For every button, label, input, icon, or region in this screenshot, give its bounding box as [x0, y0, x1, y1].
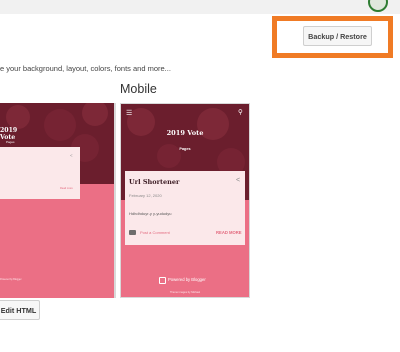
post-read-more: READ MORE	[216, 230, 242, 235]
post-snippet: Hdhdhduyr-y y-yududyu	[129, 211, 172, 216]
desktop-read-more: Read more	[60, 187, 73, 190]
post-card: Url Shortener < February 12, 2020 Hdhdhd…	[125, 171, 245, 245]
backup-restore-button[interactable]: Backup / Restore	[303, 26, 372, 46]
search-icon: ⚲	[238, 109, 243, 116]
mobile-pages-label: Pages	[179, 147, 191, 151]
mobile-preview[interactable]: ☰ ⚲ 2019 Vote Pages Url Shortener < Febr…	[120, 103, 250, 298]
edit-html-button[interactable]: Edit HTML	[0, 300, 40, 320]
share-icon: <	[70, 153, 73, 158]
menu-icon: ☰	[126, 110, 133, 117]
post-date: February 12, 2020	[129, 193, 162, 198]
desktop-pages-label: Pages	[6, 140, 15, 144]
share-icon: <	[236, 177, 241, 184]
theme-credit: Theme images by Michael	[169, 291, 201, 294]
mobile-blog-title: 2019 Vote	[166, 129, 204, 137]
powered-by-label: Powered by Blogger	[168, 277, 206, 282]
top-bar	[0, 0, 400, 14]
desktop-blog-title: 2019 Vote	[0, 127, 18, 141]
comment-icon	[129, 230, 136, 235]
post-comment-link: Post a Comment	[140, 230, 170, 235]
post-title: Url Shortener	[129, 178, 180, 186]
blogger-icon	[159, 277, 166, 284]
desktop-preview[interactable]: 2019 Vote Pages < Read more Powered by B…	[0, 103, 116, 298]
desktop-footer: Powered by Blogger	[0, 278, 22, 281]
mobile-heading: Mobile	[120, 82, 157, 96]
theme-description: e your background, layout, colors, fonts…	[0, 64, 171, 73]
desktop-post-card: < Read more	[0, 147, 80, 199]
